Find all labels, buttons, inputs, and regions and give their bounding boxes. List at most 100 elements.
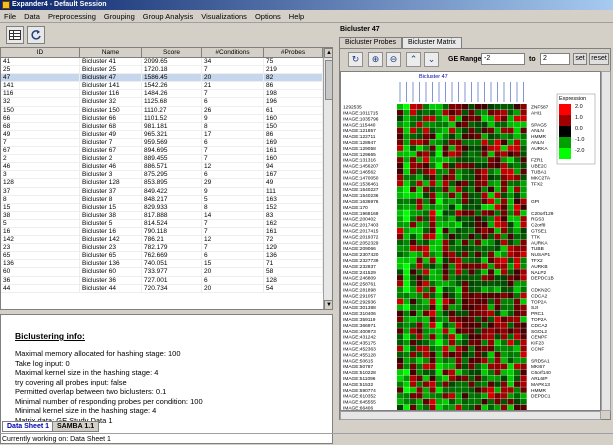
zoom-out-button[interactable]: ⊖ <box>386 52 401 67</box>
table-row[interactable]: 44 Bicluster 44 720.734 20 54 <box>1 284 323 293</box>
tab-bicluster-matrix[interactable]: Bicluster Matrix <box>401 37 462 48</box>
bicluster-panel-title: Bicluster 47 <box>336 24 613 35</box>
heatmap-cell <box>462 186 469 193</box>
heatmap-cell <box>514 115 521 122</box>
table-row[interactable]: 136 Bicluster 136 740.051 15 71 <box>1 260 323 269</box>
heatmap-cell <box>494 198 501 204</box>
table-cell: 128 <box>264 276 323 284</box>
table-row[interactable]: 2 Bicluster 2 889.455 7 160 <box>1 155 323 164</box>
table-row[interactable]: 7 Bicluster 7 959.569 6 169 <box>1 138 323 148</box>
table-row[interactable]: 150 Bicluster 150 1110.27 26 61 <box>1 106 323 115</box>
table-row[interactable]: 25 Bicluster 25 1720.18 7 219 <box>1 66 323 75</box>
heatmap-cell <box>416 304 423 311</box>
heatmap-cell <box>449 328 456 334</box>
table-row[interactable]: 36 Bicluster 36 727.001 6 128 <box>1 276 323 285</box>
gene-label: AURKA <box>531 240 548 246</box>
heatmap-cell <box>455 257 462 263</box>
heatmap-cell <box>475 198 482 204</box>
table-row[interactable]: 49 Bicluster 49 965.321 17 86 <box>1 130 323 139</box>
move-up-button[interactable]: ⌃ <box>406 52 421 67</box>
table-row[interactable]: 128 Bicluster 128 853.895 29 49 <box>1 179 323 188</box>
col-header-name[interactable]: Name <box>80 48 142 58</box>
table-row[interactable]: 5 Bicluster 5 814.524 7 162 <box>1 219 323 228</box>
menu-file[interactable]: File <box>0 10 20 23</box>
heatmap-cell <box>507 310 514 317</box>
table-row[interactable]: 32 Bicluster 32 1125.68 6 196 <box>1 98 323 107</box>
table-row[interactable]: 65 Bicluster 65 762.669 6 136 <box>1 252 323 261</box>
ge-range-to-input[interactable]: 2 <box>540 53 570 65</box>
menu-data[interactable]: Data <box>20 10 44 23</box>
menu-help[interactable]: Help <box>285 10 308 23</box>
heatmap-cell <box>442 245 449 252</box>
menu-preprocessing[interactable]: Preprocessing <box>44 10 100 23</box>
table-view-button[interactable] <box>6 26 24 44</box>
heatmap-cell <box>403 345 410 352</box>
heatmap-cell <box>507 186 514 193</box>
col-header-score[interactable]: Score <box>142 48 202 58</box>
table-row[interactable]: 15 Bicluster 15 829.933 8 152 <box>1 203 323 212</box>
col-header-probes[interactable]: #Probes <box>264 48 323 58</box>
heatmap-cell <box>475 263 482 269</box>
ge-range-from-input[interactable]: -2 <box>481 53 525 65</box>
table-row[interactable]: 141 Bicluster 141 1542.26 21 86 <box>1 82 323 91</box>
table-cell: 12 <box>202 236 264 244</box>
table-scrollbar[interactable]: ▲ ▼ <box>323 48 332 309</box>
heatmap-cell <box>494 204 501 210</box>
probe-label: IMAGE:1540227 <box>343 187 379 193</box>
tab-bicluster-probes[interactable]: Bicluster Probes <box>339 37 402 48</box>
scroll-down-arrow[interactable]: ▼ <box>324 300 332 309</box>
table-row[interactable]: 66 Bicluster 66 1101.52 9 160 <box>1 114 323 123</box>
heatmap-vertical-scrollbar[interactable] <box>601 71 611 411</box>
heatmap-cell <box>501 186 508 193</box>
heatmap-cell <box>462 104 469 110</box>
set-button[interactable]: set <box>573 53 587 65</box>
heatmap-cell <box>520 310 527 317</box>
refresh-button[interactable] <box>27 26 45 44</box>
table-row[interactable]: 8 Bicluster 8 848.217 5 163 <box>1 195 323 204</box>
col-header-conditions[interactable]: #Conditions <box>202 48 264 58</box>
probe-label: IMAGE:511096 <box>343 376 376 382</box>
table-row[interactable]: 23 Bicluster 23 782.179 7 129 <box>1 244 323 253</box>
scroll-thumb[interactable] <box>325 60 332 100</box>
table-cell: 6 <box>202 98 264 106</box>
table-row[interactable]: 16 Bicluster 16 790.118 7 161 <box>1 227 323 237</box>
table-row[interactable]: 68 Bicluster 68 981.181 8 150 <box>1 122 323 131</box>
table-row[interactable]: 37 Bicluster 37 849.422 9 111 <box>1 187 323 196</box>
heatmap-cell <box>449 316 456 322</box>
heatmap-cell <box>397 198 404 204</box>
table-row[interactable]: 3 Bicluster 3 875.295 6 167 <box>1 171 323 180</box>
table-row[interactable]: 46 Bicluster 46 886.571 12 94 <box>1 163 323 172</box>
heatmap-cell <box>488 222 495 228</box>
tab-samba[interactable]: SAMBA 1.1 <box>52 421 100 432</box>
menu-visualizations[interactable]: Visualizations <box>197 10 251 23</box>
heatmap-cell <box>410 345 417 352</box>
menu-group-analysis[interactable]: Group Analysis <box>139 10 197 23</box>
move-down-button[interactable]: ⌄ <box>424 52 439 67</box>
reset-button[interactable]: reset <box>589 53 609 65</box>
menu-grouping[interactable]: Grouping <box>100 10 139 23</box>
table-row[interactable]: 116 Bicluster 116 1484.26 7 198 <box>1 90 323 99</box>
table-row[interactable]: 67 Bicluster 67 894.695 7 161 <box>1 147 323 156</box>
heatmap-cell <box>403 363 410 370</box>
heatmap-horizontal-scrollbar[interactable] <box>340 411 601 420</box>
heatmap-cell <box>429 334 436 340</box>
heatmap-cell <box>403 210 410 216</box>
heatmap-cell <box>481 186 488 193</box>
heatmap-cell <box>494 157 501 163</box>
table-row[interactable]: 60 Bicluster 60 733.977 20 58 <box>1 268 323 277</box>
table-row[interactable]: 142 Bicluster 142 786.21 12 72 <box>1 236 323 245</box>
table-row[interactable]: 38 Bicluster 38 817.888 14 83 <box>1 211 323 220</box>
col-header-id[interactable]: ID <box>1 48 80 58</box>
zoom-in-button[interactable]: ⊕ <box>368 52 383 67</box>
refresh-button[interactable]: ↻ <box>348 52 363 67</box>
tab-data-sheet-1[interactable]: Data Sheet 1 <box>2 421 55 432</box>
scroll-up-arrow[interactable]: ▲ <box>324 48 332 58</box>
heatmap-cell <box>410 245 417 252</box>
heatmap-cell <box>501 198 508 204</box>
table-row[interactable]: 47 Bicluster 47 1586.45 20 82 <box>1 74 323 83</box>
table-row[interactable]: 41 Bicluster 41 2099.65 34 75 <box>1 58 323 67</box>
menu-options[interactable]: Options <box>251 10 285 23</box>
table-cell: 46 <box>1 163 80 171</box>
probe-label: IMAGE:2052329 <box>343 240 379 246</box>
heatmap-cell <box>520 157 527 163</box>
